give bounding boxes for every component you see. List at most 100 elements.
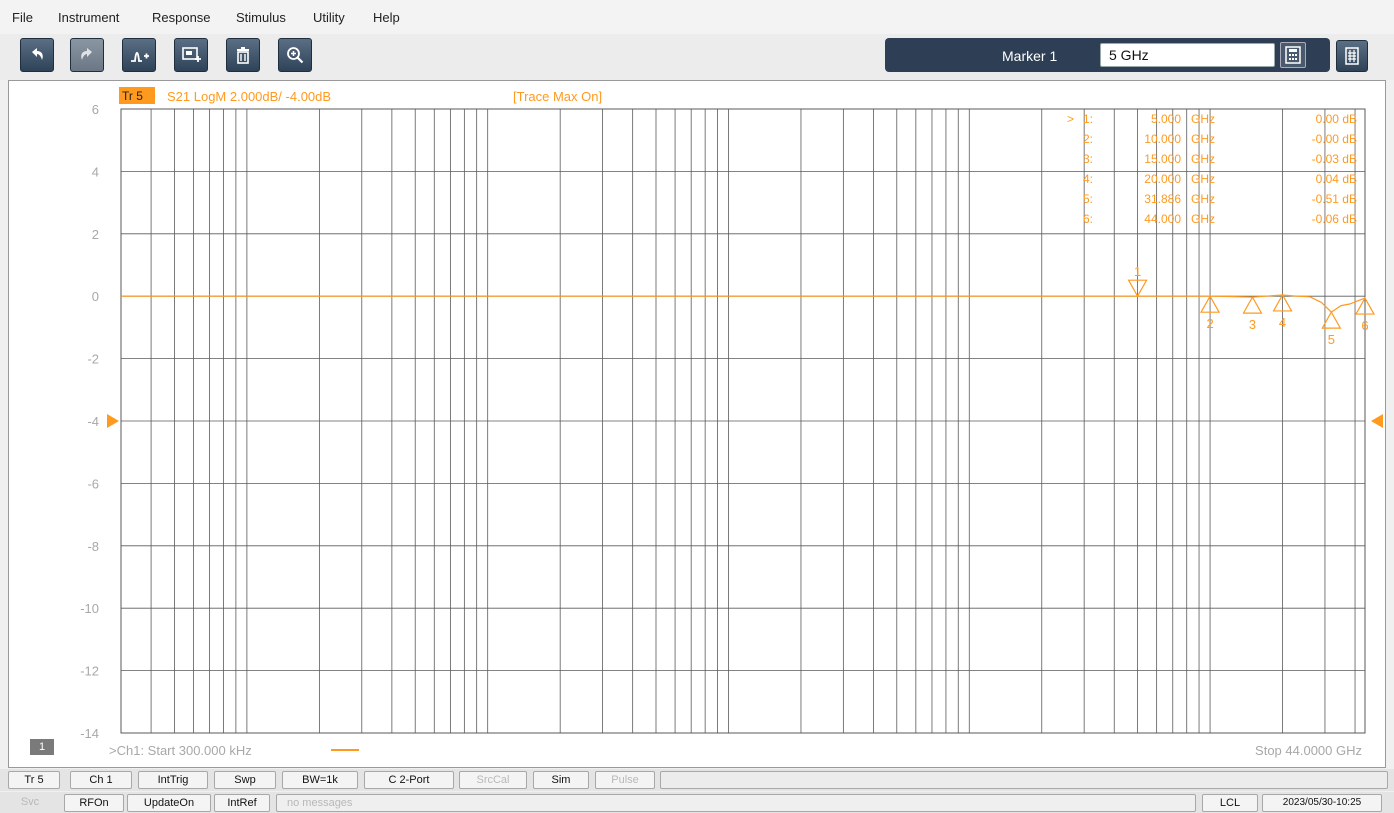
delete-icon bbox=[237, 47, 249, 64]
menu-instrument[interactable]: Instrument bbox=[58, 10, 119, 25]
calculator-button[interactable] bbox=[1280, 42, 1306, 68]
marker-value: -0.51 dB bbox=[1312, 192, 1357, 206]
marker-number: 5 bbox=[1328, 332, 1335, 347]
trace-status: [Trace Max On] bbox=[513, 89, 602, 104]
y-tick-label: 2 bbox=[92, 227, 99, 242]
menu-utility[interactable]: Utility bbox=[313, 10, 345, 25]
status-trace[interactable]: Tr 5 bbox=[8, 771, 60, 789]
menu-bar: File Instrument Response Stimulus Utilit… bbox=[0, 0, 1394, 35]
status-service: Svc bbox=[20, 796, 40, 808]
marker-number: 1 bbox=[1134, 264, 1141, 279]
status-bar-top: Tr 5 Ch 1 IntTrig Swp BW=1k C 2-Port Src… bbox=[0, 769, 1394, 791]
status-messages: no messages bbox=[276, 794, 1196, 812]
status-pulse[interactable]: Pulse bbox=[595, 771, 655, 789]
menu-response[interactable]: Response bbox=[152, 10, 211, 25]
menu-help[interactable]: Help bbox=[373, 10, 400, 25]
y-tick-label: -6 bbox=[87, 476, 99, 491]
marker-label: Marker 1 bbox=[1002, 48, 1058, 64]
marker-unit: GHz bbox=[1191, 172, 1215, 186]
marker-triangle bbox=[1242, 295, 1263, 314]
y-tick-label: -10 bbox=[80, 601, 99, 616]
status-calibration[interactable]: C 2-Port bbox=[364, 771, 454, 789]
marker-id: 6: bbox=[1083, 212, 1093, 226]
marker-unit: GHz bbox=[1191, 212, 1215, 226]
marker-unit: GHz bbox=[1191, 192, 1215, 206]
add-trace-button[interactable] bbox=[122, 38, 156, 72]
add-window-icon bbox=[182, 47, 201, 62]
stop-frequency-label: Stop 44.0000 GHz bbox=[1255, 743, 1362, 758]
delete-button[interactable] bbox=[226, 38, 260, 72]
marker-frequency: 15.000 bbox=[1144, 152, 1181, 166]
y-tick-label: 0 bbox=[92, 289, 99, 304]
undo-icon bbox=[32, 48, 43, 60]
trace-line bbox=[121, 294, 1366, 313]
marker-panel: Marker 1 5 GHz bbox=[885, 38, 1330, 72]
calculator-icon bbox=[1285, 46, 1301, 64]
status-rf-on[interactable]: RFOn bbox=[64, 794, 124, 812]
y-tick-labels: 6 4 2 0 -2 -4 -6 -8 -10 -12 -14 bbox=[80, 102, 99, 741]
trace-badge[interactable]: Tr 5 bbox=[122, 89, 143, 103]
y-tick-label: 4 bbox=[92, 164, 99, 179]
marker-id: 5: bbox=[1083, 192, 1093, 206]
y-tick-label: -12 bbox=[80, 664, 99, 679]
zoom-button[interactable] bbox=[278, 38, 312, 72]
reference-arrow-left[interactable] bbox=[107, 414, 119, 428]
status-local[interactable]: LCL bbox=[1202, 794, 1258, 812]
redo-icon bbox=[81, 48, 92, 60]
menu-stimulus[interactable]: Stimulus bbox=[236, 10, 286, 25]
menu-file[interactable]: File bbox=[12, 10, 33, 25]
status-trigger[interactable]: IntTrig bbox=[138, 771, 208, 789]
marker-unit: GHz bbox=[1191, 112, 1215, 126]
marker-unit: GHz bbox=[1191, 132, 1215, 146]
marker-value: -0.03 dB bbox=[1312, 152, 1357, 166]
start-frequency-label: >Ch1: Start 300.000 kHz bbox=[109, 743, 252, 758]
marker-frequency: 10.000 bbox=[1144, 132, 1181, 146]
status-blank bbox=[660, 771, 1388, 789]
plot-window[interactable]: 6 4 2 0 -2 -4 -6 -8 -10 -12 -14 Tr 5 S21 LogM 2.00… bbox=[8, 80, 1386, 768]
marker-frequency: 20.000 bbox=[1144, 172, 1181, 186]
status-sweep[interactable]: Swp bbox=[214, 771, 276, 789]
marker-frequency: 5.000 bbox=[1151, 112, 1181, 126]
status-update-on[interactable]: UpdateOn bbox=[127, 794, 211, 812]
marker-number: 4 bbox=[1279, 315, 1286, 330]
marker-value: 0.04 dB bbox=[1316, 172, 1357, 186]
status-bar-bottom: Svc RFOn UpdateOn IntRef no messages LCL… bbox=[0, 792, 1394, 813]
redo-button[interactable] bbox=[70, 38, 104, 72]
marker-number: 2 bbox=[1206, 316, 1213, 331]
y-tick-label: -14 bbox=[80, 726, 99, 741]
marker-number: 3 bbox=[1249, 317, 1256, 332]
y-tick-label: -2 bbox=[87, 352, 99, 367]
status-channel[interactable]: Ch 1 bbox=[70, 771, 132, 789]
trace-title: S21 LogM 2.000dB/ -4.00dB bbox=[167, 89, 331, 104]
marker-value-input[interactable]: 5 GHz bbox=[1100, 43, 1275, 67]
status-int-ref[interactable]: IntRef bbox=[214, 794, 270, 812]
channel-badge[interactable]: 1 bbox=[30, 739, 54, 755]
marker-id: 2: bbox=[1083, 132, 1093, 146]
reference-arrow-right[interactable] bbox=[1371, 414, 1383, 428]
add-window-button[interactable] bbox=[174, 38, 208, 72]
marker-table: >1: 5.000 GHz 0.00 dB 2: 10.000 GHz -0.00 dB 3: 1… bbox=[1067, 112, 1357, 226]
undo-button[interactable] bbox=[20, 38, 54, 72]
marker-value: -0.00 dB bbox=[1312, 132, 1357, 146]
marker-value: 0.00 dB bbox=[1316, 112, 1357, 126]
zoom-icon bbox=[287, 47, 304, 64]
marker-active-indicator: > bbox=[1067, 112, 1074, 126]
status-sim[interactable]: Sim bbox=[533, 771, 589, 789]
marker-glyphs[interactable]: 1 2 3 4 5 6 bbox=[1127, 264, 1376, 347]
status-datetime: 2023/05/30-10:25 bbox=[1262, 794, 1382, 812]
marker-id: 3: bbox=[1083, 152, 1093, 166]
marker-frequency: 44.000 bbox=[1144, 212, 1181, 226]
marker-number: 6 bbox=[1361, 318, 1368, 333]
softkey-menu-button[interactable] bbox=[1336, 40, 1368, 72]
marker-id: 1: bbox=[1083, 112, 1093, 126]
marker-frequency: 31.886 bbox=[1144, 192, 1181, 206]
y-tick-label: 6 bbox=[92, 102, 99, 117]
add-trace-icon bbox=[131, 51, 149, 62]
y-tick-label: -4 bbox=[87, 414, 99, 429]
marker-id: 4: bbox=[1083, 172, 1093, 186]
marker-value: -0.06 dB bbox=[1312, 212, 1357, 226]
trace-plot[interactable]: 6 4 2 0 -2 -4 -6 -8 -10 -12 -14 Tr 5 S21 LogM 2.00… bbox=[9, 81, 1385, 767]
status-bandwidth[interactable]: BW=1k bbox=[282, 771, 358, 789]
status-source-cal[interactable]: SrcCal bbox=[459, 771, 527, 789]
y-tick-label: -8 bbox=[87, 539, 99, 554]
